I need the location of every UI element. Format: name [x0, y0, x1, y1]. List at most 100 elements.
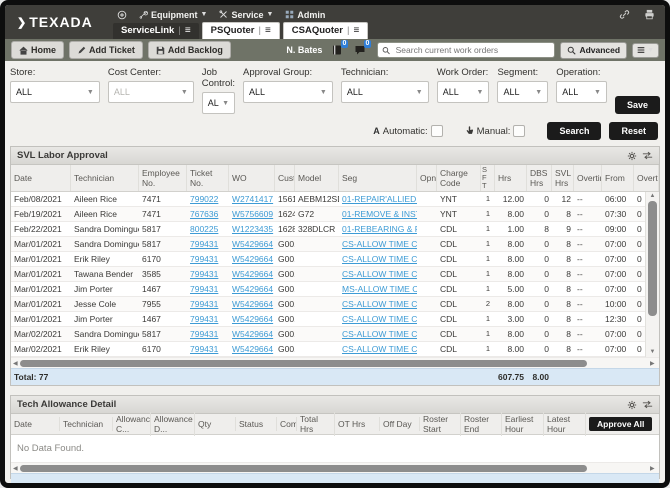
allowance-column-header[interactable]: Status	[236, 417, 277, 431]
store-select[interactable]: ALL▼	[10, 81, 100, 103]
allowance-column-header[interactable]: Technician	[60, 417, 113, 431]
menu-admin[interactable]: Admin	[281, 10, 329, 20]
allowance-column-header[interactable]: Allowance C...	[113, 412, 151, 436]
tab-menu-icon[interactable]: ≡	[265, 25, 271, 36]
labor-column-header[interactable]: Model	[295, 165, 339, 191]
labor-cell-link[interactable]: 01-REBEARING & RESEAL'...	[339, 222, 417, 236]
labor-table-row[interactable]: Mar/01/2021Erik Riley6170799431W5429664G…	[11, 252, 645, 267]
scroll-left-icon[interactable]: ◀	[13, 360, 20, 367]
tab-psquoter[interactable]: PSQuoter|≡	[202, 22, 280, 39]
labor-cell-link[interactable]: 799431	[187, 297, 229, 311]
labor-table-row[interactable]: Mar/02/2021Sandra Dominguez5817799431W54…	[11, 327, 645, 342]
labor-cell-link[interactable]: CS-ALLOW TIME CO HOLI...	[339, 267, 417, 281]
texada-logo[interactable]: ❯ TEXADA	[5, 5, 113, 39]
labor-column-header[interactable]: DBS Hrs	[527, 165, 552, 191]
labor-cell-link[interactable]: W5429664	[229, 282, 275, 296]
scroll-up-icon[interactable]: ▲	[650, 192, 656, 201]
labor-cell-link[interactable]: CS-ALLOW TIME CO HOLI...	[339, 327, 417, 341]
labor-cell-link[interactable]: W5429664	[229, 312, 275, 326]
allowance-column-header[interactable]: Latest Hour	[544, 412, 586, 436]
labor-column-header[interactable]: Overtime	[574, 165, 602, 191]
cost-center-select[interactable]: ALL▼	[108, 81, 194, 103]
labor-cell-link[interactable]: MS-ALLOW TIME CO HOLI...	[339, 282, 417, 296]
notifications-icon[interactable]: 0	[331, 44, 343, 56]
labor-cell-link[interactable]: 799431	[187, 267, 229, 281]
user-name[interactable]: N. Bates	[286, 45, 322, 55]
labor-table-row[interactable]: Mar/02/2021Erik Riley6170799431W5429664G…	[11, 342, 645, 357]
labor-cell-link[interactable]: 799431	[187, 312, 229, 326]
home-button[interactable]: Home	[11, 41, 64, 59]
tab-servicelink[interactable]: ServiceLink|≡	[113, 23, 199, 39]
labor-column-header[interactable]: Charge Code	[437, 165, 481, 191]
labor-column-header[interactable]: Seg	[339, 165, 417, 191]
messages-icon[interactable]: 0	[354, 44, 366, 56]
print-icon[interactable]	[644, 9, 655, 20]
operation-select[interactable]: ALL▼	[556, 81, 607, 103]
labor-cell-link[interactable]: W5756609	[229, 207, 275, 221]
labor-cell-link[interactable]: CS-ALLOW TIME CO HOLI...	[339, 342, 417, 356]
reset-button[interactable]: Reset	[609, 122, 658, 140]
gear-icon[interactable]	[627, 400, 637, 410]
labor-cell-link[interactable]: 799022	[187, 192, 229, 206]
labor-cell-link[interactable]: 767636	[187, 207, 229, 221]
labor-cell-link[interactable]: W1223435	[229, 222, 275, 236]
scroll-down-icon[interactable]: ▼	[650, 348, 656, 357]
labor-column-header[interactable]: Technician	[71, 165, 139, 191]
approval-group-select[interactable]: ALL▼	[243, 81, 333, 103]
labor-column-header[interactable]: Date	[11, 165, 71, 191]
link-icon[interactable]	[619, 9, 630, 20]
export-icon[interactable]	[642, 400, 653, 409]
labor-cell-link[interactable]: CS-ALLOW TIME CO HOLI...	[339, 252, 417, 266]
labor-column-header[interactable]: SVL Hrs	[552, 165, 574, 191]
labor-column-header[interactable]: S F T	[481, 165, 495, 191]
labor-cell-link[interactable]: 799431	[187, 342, 229, 356]
export-icon[interactable]	[642, 151, 653, 160]
labor-table-row[interactable]: Mar/01/2021Sandra Dominguez5817799431W54…	[11, 237, 645, 252]
labor-table-row[interactable]: Mar/01/2021Jesse Cole7955799431W5429664G…	[11, 297, 645, 312]
allowance-column-header[interactable]: Roster End	[461, 412, 502, 436]
labor-cell-link[interactable]: W5429664	[229, 252, 275, 266]
labor-column-header[interactable]: Opn	[417, 165, 437, 191]
scroll-left-icon[interactable]: ◀	[13, 465, 20, 472]
labor-cell-link[interactable]: CS-ALLOW TIME CO HOLI...	[339, 312, 417, 326]
segment-select[interactable]: ALL▼	[497, 81, 548, 103]
labor-cell-link[interactable]: W5429664	[229, 342, 275, 356]
labor-table-row[interactable]: Mar/01/2021Tawana Bender3585799431W54296…	[11, 267, 645, 282]
labor-cell-link[interactable]: 01-REMOVE & INSTALL/RE...	[339, 207, 417, 221]
labor-column-header[interactable]: Hrs	[495, 165, 527, 191]
allowance-column-header[interactable]: Date	[11, 417, 60, 431]
save-button[interactable]: Save	[615, 96, 660, 114]
labor-cell-link[interactable]: CS-ALLOW TIME CO HOLI...	[339, 237, 417, 251]
labor-cell-link[interactable]: W2741417	[229, 192, 275, 206]
work-order-select[interactable]: ALL▼	[437, 81, 490, 103]
allowance-column-header[interactable]: Qty	[195, 417, 236, 431]
labor-vertical-scrollbar[interactable]: ▲ ▼	[645, 192, 659, 357]
tab-menu-icon[interactable]: ≡	[185, 25, 191, 36]
labor-column-header[interactable]: From	[602, 165, 634, 191]
scroll-thumb[interactable]	[20, 360, 587, 367]
search-button[interactable]: Search	[547, 122, 601, 140]
allowance-column-header[interactable]: Com...	[277, 417, 297, 431]
allowance-column-header[interactable]: Earliest Hour	[502, 412, 544, 436]
allowance-column-header[interactable]: Roster Start	[420, 412, 461, 436]
labor-cell-link[interactable]: 01-REPAIR'ALLIED EQUIP...	[339, 192, 417, 206]
allowance-column-header[interactable]: Off Day	[380, 417, 420, 431]
scroll-right-icon[interactable]: ▶	[650, 360, 657, 367]
scroll-thumb[interactable]	[20, 465, 587, 472]
labor-table-row[interactable]: Mar/01/2021Jim Porter1467799431W5429664G…	[11, 282, 645, 297]
allowance-column-header[interactable]: OT Hrs	[335, 417, 380, 431]
labor-table-row[interactable]: Feb/19/2021Aileen Rice7471767636W5756609…	[11, 207, 645, 222]
gear-icon[interactable]	[627, 151, 637, 161]
automatic-checkbox[interactable]	[431, 125, 443, 137]
labor-column-header[interactable]: Cust...	[275, 165, 295, 191]
labor-table-row[interactable]: Feb/08/2021Aileen Rice7471799022W2741417…	[11, 192, 645, 207]
labor-cell-link[interactable]: 799431	[187, 282, 229, 296]
tab-csaquoter[interactable]: CSAQuoter|≡	[283, 22, 369, 39]
menu-service[interactable]: Service▼	[215, 10, 277, 20]
labor-column-header[interactable]: Overt...	[634, 165, 659, 191]
labor-table-row[interactable]: Mar/01/2021Jim Porter1467799431W5429664G…	[11, 312, 645, 327]
labor-cell-link[interactable]: W5429664	[229, 237, 275, 251]
labor-horizontal-scrollbar[interactable]: ◀ ▶	[11, 357, 659, 368]
add-backlog-button[interactable]: Add Backlog	[148, 41, 231, 59]
labor-cell-link[interactable]: 799431	[187, 327, 229, 341]
